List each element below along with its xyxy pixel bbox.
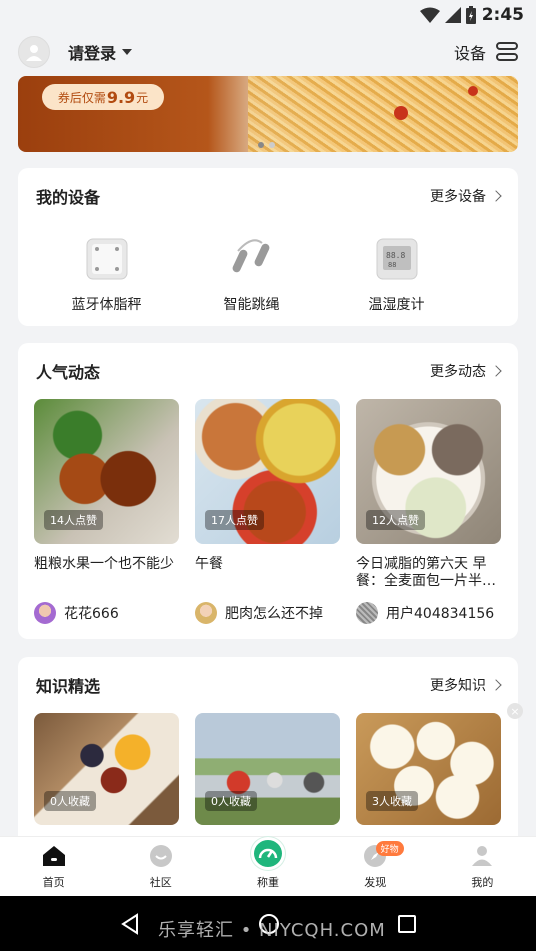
author-name: 用户404834156 <box>386 606 495 622</box>
trending-card: 人气动态 更多动态 14人点赞 粗粮水果一个也不能少 花花666 17人点赞 午… <box>18 343 518 639</box>
tab-profile[interactable]: 我的 <box>429 837 536 896</box>
tab-label: 我的 <box>471 876 494 889</box>
svg-text:88: 88 <box>388 261 396 269</box>
post-image: 14人点赞 <box>34 399 179 544</box>
chevron-right-icon <box>490 679 502 691</box>
author-avatar <box>34 602 56 624</box>
coupon-prefix: 券后仅需 <box>57 90 106 105</box>
post-card[interactable]: 17人点赞 午餐⁠ 肥肉怎么还不掉 <box>195 399 340 624</box>
post-card[interactable]: 12人点赞 今日减脂的第六天 早餐：全麦面包一片半… 用户404834156 <box>356 399 501 624</box>
knowledge-item[interactable]: 0人收藏 <box>34 713 179 825</box>
save-count-badge: 0人收藏 <box>44 791 96 811</box>
hygrometer-icon: 88.888 <box>376 238 417 280</box>
section-title: 人气动态 <box>36 363 101 382</box>
noodles-image <box>248 76 518 152</box>
save-count-badge: 0人收藏 <box>205 791 257 811</box>
device-label: 灭蚊 <box>469 294 518 314</box>
user-avatar-icon <box>26 45 42 61</box>
device-icon <box>496 42 518 62</box>
more-devices-link[interactable]: 更多设备 <box>430 186 502 206</box>
more-label: 更多设备 <box>430 189 486 205</box>
top-header: 请登录 设备 <box>0 30 536 74</box>
banner-pagination <box>258 142 275 148</box>
tab-weigh[interactable]: 称重 <box>214 837 321 896</box>
my-devices-card: 我的设备 更多设备 蓝牙体脂秤 智能跳绳 88.888 温湿度计 灭蚊 <box>18 168 518 326</box>
like-count-badge: 17人点赞 <box>205 510 264 530</box>
more-label: 更多动态 <box>430 364 486 380</box>
bottom-tab-bar: 首页 社区 称重 好物 发现 我的 <box>0 836 536 896</box>
post-title: 今日减脂的第六天 早餐：全麦面包一片半… <box>356 556 496 589</box>
knowledge-item[interactable]: 0人收藏 <box>195 713 340 825</box>
like-count-badge: 14人点赞 <box>44 510 103 530</box>
chevron-right-icon <box>490 365 502 377</box>
tab-label: 发现 <box>364 876 387 889</box>
cell-signal-icon <box>444 7 461 23</box>
caret-down-icon <box>122 49 133 55</box>
post-author[interactable]: 花花666 <box>34 602 179 624</box>
post-author[interactable]: 用户404834156 <box>356 602 501 624</box>
device-item-mosquito-lamp[interactable]: 灭蚊 <box>469 224 518 314</box>
recents-icon[interactable] <box>397 914 417 934</box>
status-bar: 2:45 <box>0 0 536 30</box>
promo-banner[interactable]: 券后仅需 9.9 元 <box>18 76 518 152</box>
author-name: 肥肉怎么还不掉 <box>225 606 323 622</box>
profile-icon <box>472 846 493 866</box>
avatar[interactable] <box>18 36 50 68</box>
section-title: 我的设备 <box>36 188 101 207</box>
device-button[interactable]: 设备 <box>454 40 518 64</box>
tab-community[interactable]: 社区 <box>107 837 214 896</box>
post-image: 12人点赞 <box>356 399 501 544</box>
tab-label: 称重 <box>257 876 279 889</box>
device-item-jump-rope[interactable]: 智能跳绳 <box>179 224 324 314</box>
author-avatar <box>195 602 217 624</box>
author-name: 花花666 <box>64 606 119 622</box>
scale-icon <box>258 848 278 858</box>
knowledge-item[interactable]: 3人收藏 <box>356 713 501 825</box>
login-button[interactable]: 请登录 <box>68 40 133 64</box>
login-label: 请登录 <box>68 44 117 63</box>
like-count-badge: 12人点赞 <box>366 510 425 530</box>
author-avatar <box>356 602 378 624</box>
device-label: 设备 <box>453 44 486 63</box>
post-author[interactable]: 肥肉怎么还不掉 <box>195 602 340 624</box>
more-knowledge-link[interactable]: 更多知识 <box>430 675 502 695</box>
battery-icon <box>465 6 476 24</box>
watermark: 乐享轻汇 • NIYCQH.COM <box>158 920 386 941</box>
tab-label: 社区 <box>149 876 172 889</box>
save-count-badge: 3人收藏 <box>366 791 418 811</box>
device-label: 智能跳绳 <box>223 297 280 313</box>
coupon-tag: 券后仅需 9.9 元 <box>42 84 164 110</box>
community-icon <box>149 845 172 867</box>
post-title: 粗粮水果一个也不能少 <box>34 556 174 572</box>
chili-decoration <box>394 106 408 120</box>
chevron-right-icon <box>490 190 502 202</box>
jump-rope-icon <box>232 239 269 273</box>
home-icon <box>42 846 65 866</box>
tab-discover[interactable]: 好物 发现 <box>322 837 429 896</box>
section-title: 知识精选 <box>36 677 101 696</box>
device-item-scale[interactable]: 蓝牙体脂秤 <box>34 224 179 314</box>
hot-badge: 好物 <box>375 841 404 856</box>
tab-home[interactable]: 首页 <box>0 837 107 896</box>
more-posts-link[interactable]: 更多动态 <box>430 361 502 381</box>
close-icon[interactable]: × <box>507 703 523 719</box>
knowledge-card: 知识精选 更多知识 0人收藏 0人收藏 3人收藏 <box>18 657 518 847</box>
tab-label: 首页 <box>42 876 65 889</box>
coupon-unit: 元 <box>136 90 149 105</box>
more-label: 更多知识 <box>430 678 486 694</box>
device-label: 蓝牙体脂秤 <box>71 297 142 313</box>
back-icon[interactable] <box>119 912 141 935</box>
coupon-price: 9.9 <box>106 87 136 107</box>
wifi-icon <box>419 7 440 23</box>
post-image: 17人点赞 <box>195 399 340 544</box>
svg-text:88.8: 88.8 <box>386 251 405 260</box>
status-icons <box>419 6 476 24</box>
post-title: 午餐⁠ <box>195 556 223 572</box>
status-time: 2:45 <box>481 5 524 25</box>
device-label: 温湿度计 <box>368 297 425 313</box>
body-fat-scale-icon <box>86 238 127 280</box>
chili-decoration <box>468 86 478 96</box>
device-item-hygrometer[interactable]: 88.8 88 温湿度计 <box>324 224 469 314</box>
post-card[interactable]: 14人点赞 粗粮水果一个也不能少 花花666 <box>34 399 179 624</box>
